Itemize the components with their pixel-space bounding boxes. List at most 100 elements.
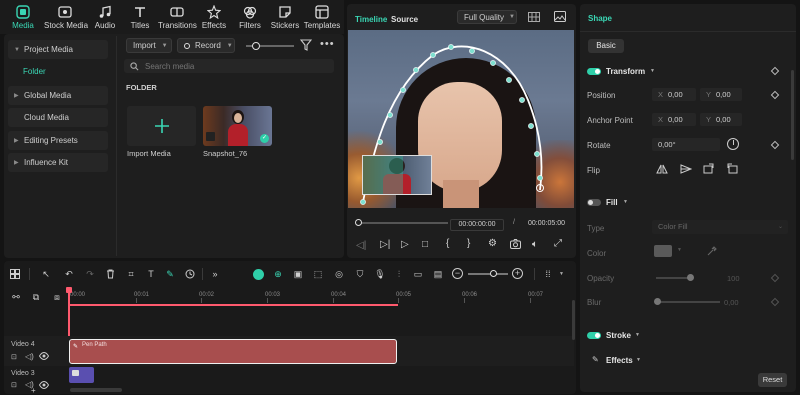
zoom-in-icon[interactable]: + (512, 268, 523, 279)
slider-handle[interactable] (490, 270, 497, 277)
player-tab-source[interactable]: Source (391, 15, 418, 24)
marker-icon[interactable]: ▣ (292, 268, 304, 280)
grid-view-icon[interactable] (528, 12, 540, 22)
opacity-slider[interactable] (656, 274, 694, 281)
add-track-link-icon[interactable]: ⚯ (10, 291, 22, 303)
chevron-down-icon[interactable]: ▼ (559, 271, 564, 277)
tab-templates[interactable]: Templates (302, 4, 342, 30)
picture-in-picture-icon[interactable]: ▭ (412, 268, 424, 280)
search-bar[interactable] (124, 59, 334, 73)
step-back-icon[interactable]: ▷| (380, 239, 390, 250)
pen-tool-icon[interactable]: ✎ (164, 268, 176, 280)
sidebar-item-influence-kit[interactable]: ▶ Influence Kit (8, 153, 108, 172)
record-button[interactable]: Record ▼ (177, 38, 235, 53)
delete-icon[interactable] (104, 268, 116, 280)
screen-icon[interactable]: ▤ (432, 268, 444, 280)
media-clip-thumbnail[interactable]: ✓ (203, 106, 272, 146)
tab-effects[interactable]: Effects (195, 4, 233, 30)
snapshot-clip[interactable] (69, 367, 94, 383)
sidebar-item-folder[interactable]: Folder (23, 67, 46, 76)
eyedropper-icon[interactable] (707, 246, 717, 256)
slider-handle[interactable] (687, 274, 694, 281)
tab-stickers[interactable]: Stickers (266, 4, 304, 30)
ai-mode-icon[interactable] (252, 268, 264, 280)
tab-filters[interactable]: Filters (231, 4, 269, 30)
layout-grid-icon[interactable] (9, 268, 21, 280)
auto-highlight-icon[interactable]: ⬚ (312, 268, 324, 280)
snap-icon[interactable]: ⊕ (272, 268, 284, 280)
tab-media[interactable]: Media (4, 4, 42, 30)
rotate-dial-icon[interactable] (727, 138, 739, 150)
timeline-grid-icon[interactable]: ⁞⁞ (542, 268, 554, 280)
redo-icon[interactable]: ↷ (84, 268, 96, 280)
search-input[interactable] (145, 61, 325, 71)
zoom-out-icon[interactable]: − (452, 268, 463, 279)
transform-toggle[interactable] (587, 68, 601, 75)
pen-path-clip[interactable]: ✎ Pen Path (69, 339, 397, 364)
flip-vertical-icon[interactable] (680, 164, 692, 174)
panel-scrollbar[interactable] (791, 70, 794, 160)
video-preview[interactable] (348, 30, 574, 208)
tab-basic[interactable]: Basic (588, 39, 624, 53)
blur-value[interactable]: 0,00 (724, 298, 739, 307)
motion-track-icon[interactable]: ◎ (333, 268, 345, 280)
player-tab-timeline[interactable]: Timeline (355, 15, 387, 24)
sidebar-item-global-media[interactable]: ▶ Global Media (8, 86, 108, 105)
opacity-value[interactable]: 100 (727, 274, 740, 283)
lock-icon[interactable]: ⊡ (11, 381, 17, 389)
volume-icon[interactable]: 🔈︎ (532, 239, 538, 250)
chevron-down-icon[interactable]: ▼ (635, 332, 640, 338)
sidebar-item-project-media[interactable]: ▼ Project Media (8, 40, 108, 59)
reset-button[interactable]: Reset (758, 373, 787, 387)
more-tools-icon[interactable]: » (209, 268, 221, 280)
select-tool-icon[interactable]: ↖ (40, 268, 52, 280)
rotate-right-icon[interactable] (726, 163, 738, 174)
color-swatch[interactable] (654, 245, 672, 257)
shield-icon[interactable]: ⛉ (354, 268, 366, 280)
blur-slider[interactable] (654, 298, 720, 305)
anchor-x-field[interactable]: X 0,00 (652, 113, 696, 126)
tab-stock-media[interactable]: Stock Media (44, 4, 88, 30)
flip-horizontal-icon[interactable] (656, 164, 668, 174)
chevron-down-icon[interactable]: ▼ (677, 247, 682, 253)
tab-titles[interactable]: Titles (121, 4, 159, 30)
slider-handle[interactable] (654, 298, 661, 305)
track-settings-icon[interactable]: ⧉ (30, 291, 42, 303)
eye-icon[interactable] (39, 381, 49, 389)
thumbnail-size-slider[interactable] (246, 42, 294, 50)
filter-icon[interactable] (300, 39, 312, 51)
preview-scrubber[interactable] (355, 219, 448, 226)
camera-snapshot-icon[interactable] (510, 239, 521, 249)
undo-icon[interactable]: ↶ (63, 268, 75, 280)
position-x-field[interactable]: X 0,00 (652, 88, 696, 101)
position-y-field[interactable]: Y 0,00 (700, 88, 742, 101)
speaker-icon[interactable]: ◁) (25, 352, 34, 361)
mark-in-icon[interactable]: ◁| (356, 240, 366, 251)
sidebar-item-editing-presets[interactable]: ▶ Editing Presets (8, 131, 108, 150)
sidebar-item-cloud-media[interactable]: Cloud Media (8, 108, 108, 127)
chevron-down-icon[interactable]: ▼ (636, 357, 641, 363)
zoom-slider[interactable] (468, 270, 508, 277)
speed-clock-icon[interactable] (184, 268, 196, 280)
microphone-icon[interactable]: 🎙︎ (374, 268, 386, 280)
timeline-v-scrollbar[interactable] (572, 300, 575, 340)
anchor-y-field[interactable]: Y 0,00 (700, 113, 742, 126)
stop-icon[interactable]: □ (422, 239, 428, 250)
mark-in-bracket-icon[interactable]: { (446, 238, 449, 249)
auto-fit-icon[interactable]: ⧈ (51, 291, 63, 303)
tab-audio[interactable]: Audio (86, 4, 124, 30)
quality-dropdown[interactable]: Full Quality ▼ (457, 10, 517, 24)
timeline-h-scrollbar[interactable] (70, 388, 122, 392)
chevron-down-icon[interactable]: ▼ (650, 68, 655, 74)
snapshot-image-icon[interactable] (554, 11, 566, 22)
work-area-bar[interactable] (69, 304, 398, 306)
fill-toggle[interactable] (587, 199, 601, 206)
tab-transitions[interactable]: Transitions (158, 4, 197, 30)
more-options-icon[interactable]: ••• (320, 38, 335, 50)
render-settings-icon[interactable]: ⚙ (488, 238, 497, 249)
stroke-toggle[interactable] (587, 332, 601, 339)
mark-out-bracket-icon[interactable]: } (467, 238, 470, 249)
type-dropdown[interactable]: Color Fill ⌄ (652, 220, 788, 234)
import-media-tile[interactable] (127, 106, 196, 146)
fullscreen-icon[interactable]: ⤢ (554, 238, 562, 249)
